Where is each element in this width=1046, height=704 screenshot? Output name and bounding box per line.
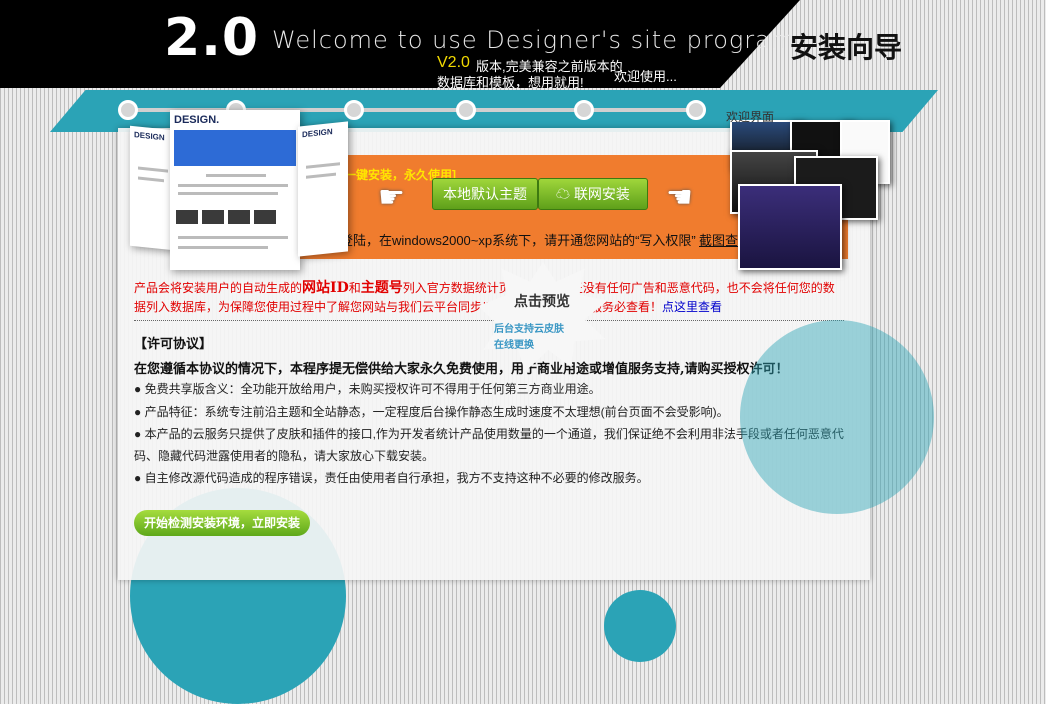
thumbnail xyxy=(202,210,224,224)
theme-screenshot-main[interactable]: DESIGN. xyxy=(170,110,300,270)
placeholder-line xyxy=(178,184,288,187)
theme-screenshot-right: DESIGN xyxy=(298,121,348,257)
cloud-skin-gallery[interactable] xyxy=(730,120,890,270)
theme-logo: DESIGN. xyxy=(174,114,220,126)
privacy-notice-line1: 产品会将安装用户的自动生成的网站ID和主题号列入官方数据统计页面，我们保证没有任… xyxy=(134,277,835,297)
theme-id-label: 主题号 xyxy=(360,280,403,296)
version-note-welcome: 欢迎使用... xyxy=(614,69,677,84)
online-install-button[interactable]: ☁ 联网安装 xyxy=(538,178,648,210)
progress-step-5 xyxy=(574,100,594,120)
preview-sublabel: 后台支持云皮肤 xyxy=(494,324,564,335)
site-id-label: 网站ID xyxy=(302,280,349,296)
progress-step-4 xyxy=(456,100,476,120)
progress-step-3 xyxy=(344,100,364,120)
license-item: ● 自主修改源代码造成的程序错误，责任由使用者自行承担，我方不支持这种不必要的修… xyxy=(134,471,649,485)
theme-logo: DESIGN xyxy=(134,130,165,143)
environment-note: 登陆，在windows2000~xp系统下，请开通您网站的“写入权限” xyxy=(340,233,696,248)
notice-text: 产品会将安装用户的自动生成的 xyxy=(134,281,303,295)
local-theme-button[interactable]: 本地默认主题 xyxy=(432,178,538,210)
thumbnail xyxy=(254,210,276,224)
step-welcome-label: 欢迎界面 xyxy=(726,110,775,124)
cloud-icon: ☁ xyxy=(556,186,571,202)
pointing-hand-right-icon: ☛ xyxy=(378,180,405,215)
license-item: ● 产品特征：系统专注前沿主题和全站静态，一定程度后台操作静态生成时速度不太理想… xyxy=(134,405,729,419)
decor-circle-right xyxy=(740,320,934,514)
placeholder-line xyxy=(306,162,340,169)
progress-step-6 xyxy=(686,100,706,120)
view-details-link[interactable]: 点这里查看 xyxy=(662,300,722,314)
skin-thumbnail xyxy=(738,184,842,270)
theme-banner xyxy=(174,130,296,166)
license-title: 【许可协议】 xyxy=(134,337,213,352)
start-install-button[interactable]: 开始检测安装环境，立即安装 xyxy=(134,510,310,536)
version-label: V2.0 xyxy=(437,54,470,71)
welcome-heading: Welcome to use Designer's site program xyxy=(272,26,796,54)
decor-circle-bottom xyxy=(604,590,676,662)
placeholder-line xyxy=(138,166,168,173)
theme-logo: DESIGN xyxy=(302,126,333,140)
license-item: 码、隐藏代码泄露使用者的隐私，请大家放心下载安装。 xyxy=(134,449,435,463)
wizard-title: 安装向导 xyxy=(790,31,903,64)
license-item: ● 本产品的云服务只提供了皮肤和插件的接口,作为开发者统计产品使用数量的一个通道… xyxy=(134,427,844,441)
preview-label: 点击预览 xyxy=(514,293,570,309)
notice-text: 和 xyxy=(348,281,361,295)
license-item: ● 免费共享版含义：全功能开放给用户，未购买授权许可不得用于任何第三方商业用途。 xyxy=(134,382,601,396)
placeholder-line xyxy=(178,236,288,239)
placeholder-line xyxy=(178,192,278,195)
thumbnail xyxy=(228,210,250,224)
online-install-label: 联网安装 xyxy=(573,186,630,202)
divider xyxy=(134,320,844,321)
placeholder-line xyxy=(306,172,336,179)
placeholder-line xyxy=(206,174,266,177)
version-number: 2.0 xyxy=(164,8,260,68)
privacy-notice-line2: 据列入数据库，为保障您使用过程中了解您网站与我们云平台同步以及安全，作为网站服务… xyxy=(134,298,722,315)
placeholder-line xyxy=(178,246,268,249)
progress-step-1 xyxy=(118,100,138,120)
version-note-line2: 数据库和模板，想用就用! xyxy=(437,75,584,90)
notice-text: 列入官方数据统计页面，我们保证没有任何广告和恶意代码，也不会将任何您的数 xyxy=(402,281,835,295)
license-lead: 在您遵循本协议的情况下，本程序提无偿供给大家永久免费使用，用于商业用途或增值服务… xyxy=(134,362,789,377)
thumbnail xyxy=(176,210,198,224)
pointing-hand-left-icon: ☚ xyxy=(666,180,693,215)
preview-sublabel: 在线更换 xyxy=(494,340,534,351)
theme-screenshot-left: DESIGN xyxy=(130,125,174,251)
placeholder-line xyxy=(138,176,164,183)
